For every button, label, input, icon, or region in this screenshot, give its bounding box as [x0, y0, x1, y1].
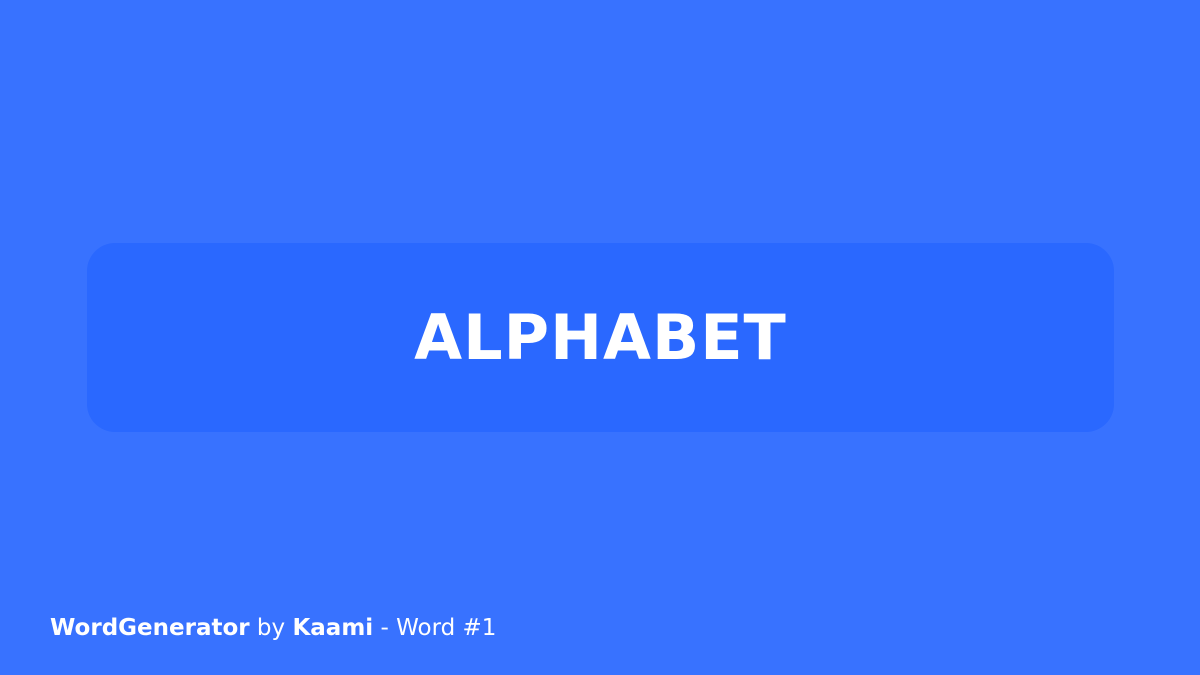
generated-word: ALPHABET	[414, 300, 787, 374]
author-name: Kaami	[292, 615, 374, 641]
word-card: ALPHABET	[87, 243, 1114, 432]
by-text: by	[249, 615, 293, 641]
footer-credit: WordGenerator by Kaami - Word #1	[50, 612, 496, 644]
word-number: - Word #1	[373, 615, 497, 641]
app-name: WordGenerator	[50, 615, 250, 641]
